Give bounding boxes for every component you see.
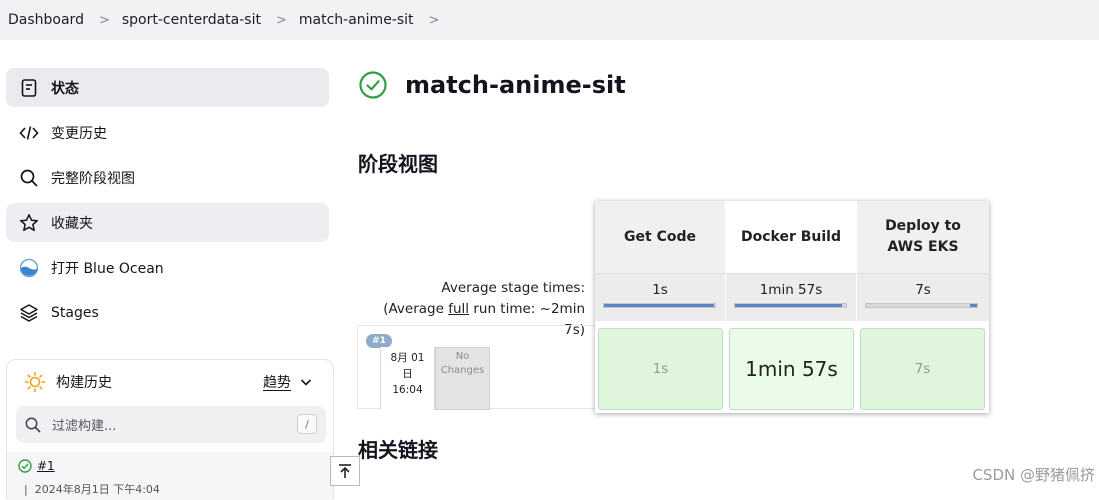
stage-cell-success[interactable]: 1min 57s: [729, 328, 854, 410]
sidebar-item-favorite[interactable]: 收藏夹: [6, 203, 329, 242]
stage-progress-fill: [735, 304, 842, 307]
watermark: CSDN @野猪佩挤: [972, 466, 1095, 484]
build-filter-input[interactable]: 过滤构建... /: [16, 406, 326, 443]
stage-average-time: 1s: [652, 282, 668, 298]
keyboard-shortcut-hint: /: [297, 414, 317, 434]
breadcrumb: Dashboard > sport-centerdata-sit > match…: [0, 0, 1099, 40]
run-date: 8月 01 日 16:04: [380, 347, 435, 410]
chevron-right-icon: >: [275, 12, 287, 28]
stage-view: Average stage times: (Average full run t…: [357, 201, 989, 414]
sidebar-item-label: 状态: [51, 80, 79, 97]
star-icon: [18, 212, 40, 234]
stage-table: Get Code 1s 1s Docker Build 1min 57s 1mi…: [595, 201, 989, 413]
sidebar-item-label: 收藏夹: [51, 215, 93, 232]
avg-full-prefix: (Average: [383, 301, 444, 317]
changes-line1: No: [455, 351, 470, 362]
full-run-link[interactable]: full: [448, 301, 469, 317]
sidebar-item-label: 完整阶段视图: [51, 170, 135, 187]
run-date-line1: 8月 01: [390, 352, 425, 364]
blue-ocean-icon: [18, 257, 40, 279]
arrow-up-to-top-icon: [339, 464, 351, 478]
stage-progress-bar: [734, 303, 847, 308]
stage-average: 7s: [857, 273, 989, 321]
sidebar-item-label: 打开 Blue Ocean: [51, 260, 164, 277]
document-icon: [18, 77, 40, 99]
chevron-right-icon[interactable]: >: [429, 13, 440, 28]
search-icon: [18, 167, 40, 189]
build-history-panel: 构建历史 趋势 过滤构建... / #1 | 2024年8月1日 下午4:04: [6, 359, 334, 500]
sidebar: 状态 变更历史 完整阶段视图 收藏夹 打开 Blue Ocean Stages: [6, 68, 334, 500]
stage-header: Docker Build: [726, 201, 856, 273]
stage-column-deploy: Deploy to AWS EKS 7s 7s: [857, 201, 989, 413]
chevron-down-icon: [300, 379, 312, 386]
build-number: #1: [37, 459, 55, 473]
stage-progress-fill: [604, 304, 714, 307]
stage-average: 1min 57s: [726, 273, 856, 321]
run-date-line2: 日: [402, 368, 413, 380]
layers-icon: [18, 302, 40, 324]
stage-header-label: Deploy to AWS EKS: [885, 218, 961, 255]
stage-progress-bar: [865, 303, 978, 308]
changes-line2: Changes: [440, 365, 485, 376]
job-name: match-anime-sit: [405, 71, 626, 99]
build-history-title: 构建历史: [56, 375, 112, 391]
avg-full-run-time: (Average full run time: ~2min: [357, 299, 585, 320]
build-date: | 2024年8月1日 下午4:04: [24, 483, 160, 496]
stage-header: Get Code: [595, 201, 725, 273]
stage-column-docker-build: Docker Build 1min 57s 1min 57s: [726, 201, 856, 413]
stage-progress-bar: [603, 303, 716, 308]
sidebar-item-label: 变更历史: [51, 125, 107, 142]
breadcrumb-folder[interactable]: sport-centerdata-sit: [122, 12, 261, 28]
avg-full-suffix: run time: ~2min: [473, 301, 585, 317]
stage-average-time: 1min 57s: [759, 282, 823, 298]
sidebar-item-full-stage-view[interactable]: 完整阶段视图: [6, 158, 329, 197]
build-link[interactable]: #1: [18, 459, 55, 473]
chevron-right-icon: >: [98, 12, 110, 28]
sidebar-item-label: Stages: [51, 304, 99, 321]
stage-cell-success[interactable]: 7s: [860, 328, 985, 410]
code-icon: [18, 122, 40, 144]
stage-header: Deploy to AWS EKS: [857, 201, 989, 273]
stage-cell-success[interactable]: 1s: [598, 328, 723, 410]
stage-progress-fill: [970, 304, 977, 307]
avg-stage-label: Average stage times:: [441, 280, 585, 296]
stage-average: 1s: [595, 273, 725, 321]
breadcrumb-dashboard[interactable]: Dashboard: [8, 12, 84, 28]
stage-average-time: 7s: [915, 282, 931, 298]
trend-button[interactable]: 趋势: [263, 372, 313, 392]
search-icon: [25, 417, 41, 433]
run-changes[interactable]: No Changes: [435, 347, 490, 410]
sidebar-item-stages[interactable]: Stages: [6, 293, 329, 332]
build-filter-placeholder: 过滤构建...: [52, 419, 117, 434]
scroll-to-top-button[interactable]: [330, 456, 360, 486]
sidebar-item-changes[interactable]: 变更历史: [6, 113, 329, 152]
run-row: #1 8月 01 日 16:04 No Changes: [357, 325, 595, 410]
stage-view-heading: 阶段视图: [358, 152, 438, 176]
stage-column-get-code: Get Code 1s 1s: [595, 201, 725, 413]
success-check-icon: [18, 459, 32, 473]
sun-icon: [24, 371, 46, 393]
page-title: match-anime-sit: [358, 70, 626, 100]
trend-label: 趋势: [263, 375, 291, 391]
build-date-text: 2024年8月1日 下午4:04: [34, 483, 160, 496]
run-badge[interactable]: #1: [366, 334, 392, 348]
run-time: 16:04: [392, 384, 423, 396]
success-check-icon: [359, 71, 387, 99]
breadcrumb-job[interactable]: match-anime-sit: [299, 12, 414, 28]
sidebar-item-blue-ocean[interactable]: 打开 Blue Ocean: [6, 248, 329, 287]
related-links-heading: 相关链接: [358, 438, 438, 462]
sidebar-item-status[interactable]: 状态: [6, 68, 329, 107]
